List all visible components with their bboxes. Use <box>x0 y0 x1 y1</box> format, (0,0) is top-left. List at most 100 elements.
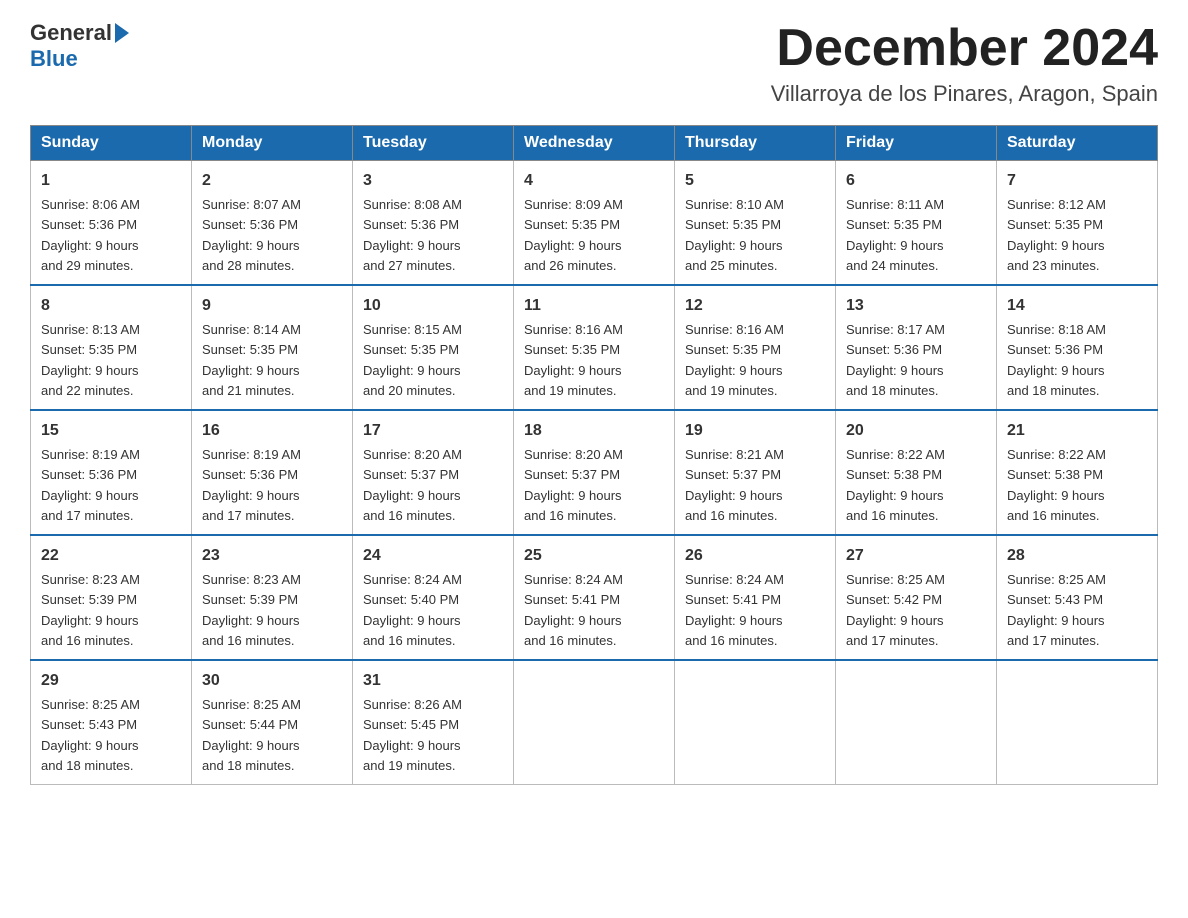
day-number: 2 <box>202 169 342 193</box>
table-row: 8 Sunrise: 8:13 AMSunset: 5:35 PMDayligh… <box>31 285 192 410</box>
table-row: 14 Sunrise: 8:18 AMSunset: 5:36 PMDaylig… <box>997 285 1158 410</box>
col-tuesday: Tuesday <box>353 126 514 161</box>
day-number: 4 <box>524 169 664 193</box>
day-number: 25 <box>524 544 664 568</box>
calendar-week-row: 15 Sunrise: 8:19 AMSunset: 5:36 PMDaylig… <box>31 410 1158 535</box>
table-row: 10 Sunrise: 8:15 AMSunset: 5:35 PMDaylig… <box>353 285 514 410</box>
table-row: 31 Sunrise: 8:26 AMSunset: 5:45 PMDaylig… <box>353 660 514 785</box>
day-number: 10 <box>363 294 503 318</box>
day-info: Sunrise: 8:22 AMSunset: 5:38 PMDaylight:… <box>1007 447 1106 523</box>
day-info: Sunrise: 8:24 AMSunset: 5:40 PMDaylight:… <box>363 572 462 648</box>
table-row: 29 Sunrise: 8:25 AMSunset: 5:43 PMDaylig… <box>31 660 192 785</box>
day-info: Sunrise: 8:08 AMSunset: 5:36 PMDaylight:… <box>363 197 462 273</box>
day-info: Sunrise: 8:13 AMSunset: 5:35 PMDaylight:… <box>41 322 140 398</box>
table-row: 11 Sunrise: 8:16 AMSunset: 5:35 PMDaylig… <box>514 285 675 410</box>
col-friday: Friday <box>836 126 997 161</box>
day-number: 21 <box>1007 419 1147 443</box>
table-row: 22 Sunrise: 8:23 AMSunset: 5:39 PMDaylig… <box>31 535 192 660</box>
logo-general-text: General <box>30 20 112 46</box>
page-header: General Blue December 2024 Villarroya de… <box>30 20 1158 107</box>
day-info: Sunrise: 8:24 AMSunset: 5:41 PMDaylight:… <box>685 572 784 648</box>
calendar-week-row: 22 Sunrise: 8:23 AMSunset: 5:39 PMDaylig… <box>31 535 1158 660</box>
table-row: 21 Sunrise: 8:22 AMSunset: 5:38 PMDaylig… <box>997 410 1158 535</box>
day-info: Sunrise: 8:20 AMSunset: 5:37 PMDaylight:… <box>363 447 462 523</box>
day-info: Sunrise: 8:18 AMSunset: 5:36 PMDaylight:… <box>1007 322 1106 398</box>
day-info: Sunrise: 8:16 AMSunset: 5:35 PMDaylight:… <box>524 322 623 398</box>
table-row: 7 Sunrise: 8:12 AMSunset: 5:35 PMDayligh… <box>997 161 1158 286</box>
col-wednesday: Wednesday <box>514 126 675 161</box>
logo-blue-text: Blue <box>30 46 78 72</box>
day-number: 11 <box>524 294 664 318</box>
table-row: 4 Sunrise: 8:09 AMSunset: 5:35 PMDayligh… <box>514 161 675 286</box>
title-area: December 2024 Villarroya de los Pinares,… <box>771 20 1158 107</box>
table-row: 1 Sunrise: 8:06 AMSunset: 5:36 PMDayligh… <box>31 161 192 286</box>
day-number: 9 <box>202 294 342 318</box>
table-row <box>997 660 1158 785</box>
table-row: 20 Sunrise: 8:22 AMSunset: 5:38 PMDaylig… <box>836 410 997 535</box>
day-info: Sunrise: 8:10 AMSunset: 5:35 PMDaylight:… <box>685 197 784 273</box>
table-row: 17 Sunrise: 8:20 AMSunset: 5:37 PMDaylig… <box>353 410 514 535</box>
day-number: 23 <box>202 544 342 568</box>
day-number: 3 <box>363 169 503 193</box>
day-info: Sunrise: 8:07 AMSunset: 5:36 PMDaylight:… <box>202 197 301 273</box>
day-info: Sunrise: 8:22 AMSunset: 5:38 PMDaylight:… <box>846 447 945 523</box>
day-number: 7 <box>1007 169 1147 193</box>
page-title: December 2024 <box>771 20 1158 77</box>
calendar-week-row: 1 Sunrise: 8:06 AMSunset: 5:36 PMDayligh… <box>31 161 1158 286</box>
table-row: 19 Sunrise: 8:21 AMSunset: 5:37 PMDaylig… <box>675 410 836 535</box>
day-number: 18 <box>524 419 664 443</box>
day-info: Sunrise: 8:26 AMSunset: 5:45 PMDaylight:… <box>363 697 462 773</box>
day-info: Sunrise: 8:21 AMSunset: 5:37 PMDaylight:… <box>685 447 784 523</box>
day-number: 15 <box>41 419 181 443</box>
table-row: 15 Sunrise: 8:19 AMSunset: 5:36 PMDaylig… <box>31 410 192 535</box>
day-info: Sunrise: 8:14 AMSunset: 5:35 PMDaylight:… <box>202 322 301 398</box>
col-thursday: Thursday <box>675 126 836 161</box>
calendar-week-row: 8 Sunrise: 8:13 AMSunset: 5:35 PMDayligh… <box>31 285 1158 410</box>
table-row: 3 Sunrise: 8:08 AMSunset: 5:36 PMDayligh… <box>353 161 514 286</box>
day-number: 20 <box>846 419 986 443</box>
day-number: 12 <box>685 294 825 318</box>
table-row: 18 Sunrise: 8:20 AMSunset: 5:37 PMDaylig… <box>514 410 675 535</box>
day-info: Sunrise: 8:25 AMSunset: 5:43 PMDaylight:… <box>41 697 140 773</box>
table-row <box>836 660 997 785</box>
day-info: Sunrise: 8:20 AMSunset: 5:37 PMDaylight:… <box>524 447 623 523</box>
day-info: Sunrise: 8:19 AMSunset: 5:36 PMDaylight:… <box>41 447 140 523</box>
calendar-week-row: 29 Sunrise: 8:25 AMSunset: 5:43 PMDaylig… <box>31 660 1158 785</box>
day-info: Sunrise: 8:15 AMSunset: 5:35 PMDaylight:… <box>363 322 462 398</box>
table-row: 27 Sunrise: 8:25 AMSunset: 5:42 PMDaylig… <box>836 535 997 660</box>
day-number: 30 <box>202 669 342 693</box>
day-info: Sunrise: 8:09 AMSunset: 5:35 PMDaylight:… <box>524 197 623 273</box>
table-row: 6 Sunrise: 8:11 AMSunset: 5:35 PMDayligh… <box>836 161 997 286</box>
table-row: 23 Sunrise: 8:23 AMSunset: 5:39 PMDaylig… <box>192 535 353 660</box>
table-row: 5 Sunrise: 8:10 AMSunset: 5:35 PMDayligh… <box>675 161 836 286</box>
table-row: 16 Sunrise: 8:19 AMSunset: 5:36 PMDaylig… <box>192 410 353 535</box>
col-monday: Monday <box>192 126 353 161</box>
table-row: 2 Sunrise: 8:07 AMSunset: 5:36 PMDayligh… <box>192 161 353 286</box>
day-number: 27 <box>846 544 986 568</box>
day-number: 8 <box>41 294 181 318</box>
day-number: 29 <box>41 669 181 693</box>
day-info: Sunrise: 8:25 AMSunset: 5:42 PMDaylight:… <box>846 572 945 648</box>
day-info: Sunrise: 8:19 AMSunset: 5:36 PMDaylight:… <box>202 447 301 523</box>
calendar-table: Sunday Monday Tuesday Wednesday Thursday… <box>30 125 1158 785</box>
table-row: 25 Sunrise: 8:24 AMSunset: 5:41 PMDaylig… <box>514 535 675 660</box>
day-info: Sunrise: 8:11 AMSunset: 5:35 PMDaylight:… <box>846 197 944 273</box>
table-row: 28 Sunrise: 8:25 AMSunset: 5:43 PMDaylig… <box>997 535 1158 660</box>
table-row: 9 Sunrise: 8:14 AMSunset: 5:35 PMDayligh… <box>192 285 353 410</box>
day-info: Sunrise: 8:23 AMSunset: 5:39 PMDaylight:… <box>41 572 140 648</box>
day-info: Sunrise: 8:16 AMSunset: 5:35 PMDaylight:… <box>685 322 784 398</box>
day-info: Sunrise: 8:24 AMSunset: 5:41 PMDaylight:… <box>524 572 623 648</box>
table-row: 30 Sunrise: 8:25 AMSunset: 5:44 PMDaylig… <box>192 660 353 785</box>
table-row <box>675 660 836 785</box>
calendar-header-row: Sunday Monday Tuesday Wednesday Thursday… <box>31 126 1158 161</box>
day-number: 5 <box>685 169 825 193</box>
day-info: Sunrise: 8:17 AMSunset: 5:36 PMDaylight:… <box>846 322 945 398</box>
table-row: 12 Sunrise: 8:16 AMSunset: 5:35 PMDaylig… <box>675 285 836 410</box>
day-number: 24 <box>363 544 503 568</box>
day-number: 19 <box>685 419 825 443</box>
day-info: Sunrise: 8:12 AMSunset: 5:35 PMDaylight:… <box>1007 197 1106 273</box>
day-info: Sunrise: 8:23 AMSunset: 5:39 PMDaylight:… <box>202 572 301 648</box>
page-subtitle: Villarroya de los Pinares, Aragon, Spain <box>771 81 1158 107</box>
day-info: Sunrise: 8:25 AMSunset: 5:43 PMDaylight:… <box>1007 572 1106 648</box>
day-info: Sunrise: 8:06 AMSunset: 5:36 PMDaylight:… <box>41 197 140 273</box>
